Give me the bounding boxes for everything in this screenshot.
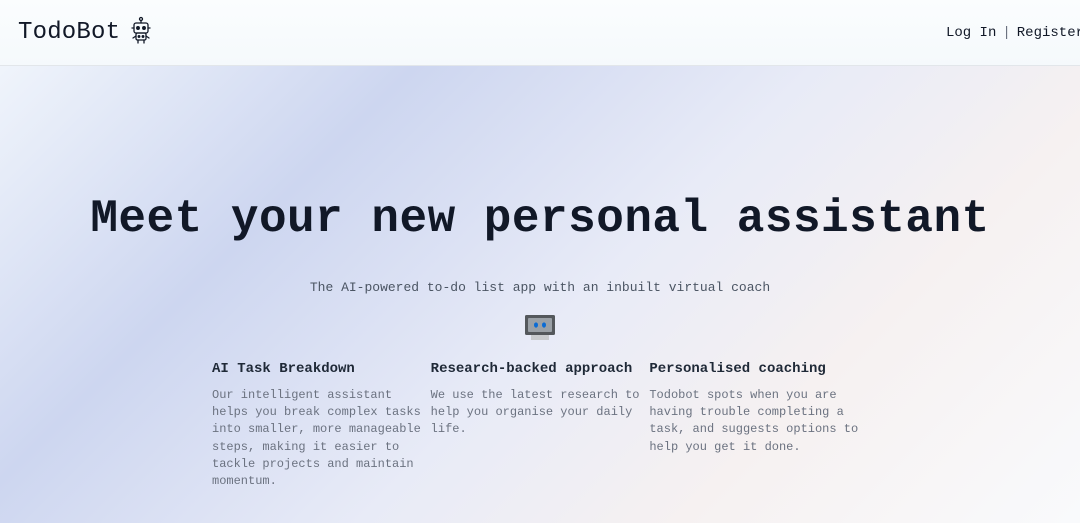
- features: AI Task Breakdown Our intelligent assist…: [212, 361, 868, 491]
- brand[interactable]: TodoBot: [18, 16, 154, 49]
- feature-research-backed: Research-backed approach We use the late…: [431, 361, 650, 491]
- feature-title: AI Task Breakdown: [212, 361, 431, 377]
- header: TodoBot Log In | Register: [0, 0, 1080, 66]
- auth-separator: |: [1002, 25, 1010, 41]
- login-link[interactable]: Log In: [946, 25, 996, 41]
- hero: Meet your new personal assistant The AI-…: [0, 66, 1080, 491]
- feature-desc: We use the latest research to help you o…: [431, 387, 650, 439]
- brand-name: TodoBot: [18, 19, 120, 46]
- feature-title: Research-backed approach: [431, 361, 650, 377]
- hero-title: Meet your new personal assistant: [0, 194, 1080, 246]
- feature-desc: Todobot spots when you are having troubl…: [649, 387, 868, 457]
- monitor-robot-icon: [0, 313, 1080, 343]
- robot-icon: [128, 16, 154, 49]
- register-link[interactable]: Register: [1017, 25, 1080, 41]
- feature-title: Personalised coaching: [649, 361, 868, 377]
- feature-ai-task-breakdown: AI Task Breakdown Our intelligent assist…: [212, 361, 431, 491]
- feature-personalised-coaching: Personalised coaching Todobot spots when…: [649, 361, 868, 491]
- auth-links: Log In | Register: [946, 25, 1080, 41]
- hero-tagline: The AI-powered to-do list app with an in…: [0, 280, 1080, 295]
- feature-desc: Our intelligent assistant helps you brea…: [212, 387, 431, 491]
